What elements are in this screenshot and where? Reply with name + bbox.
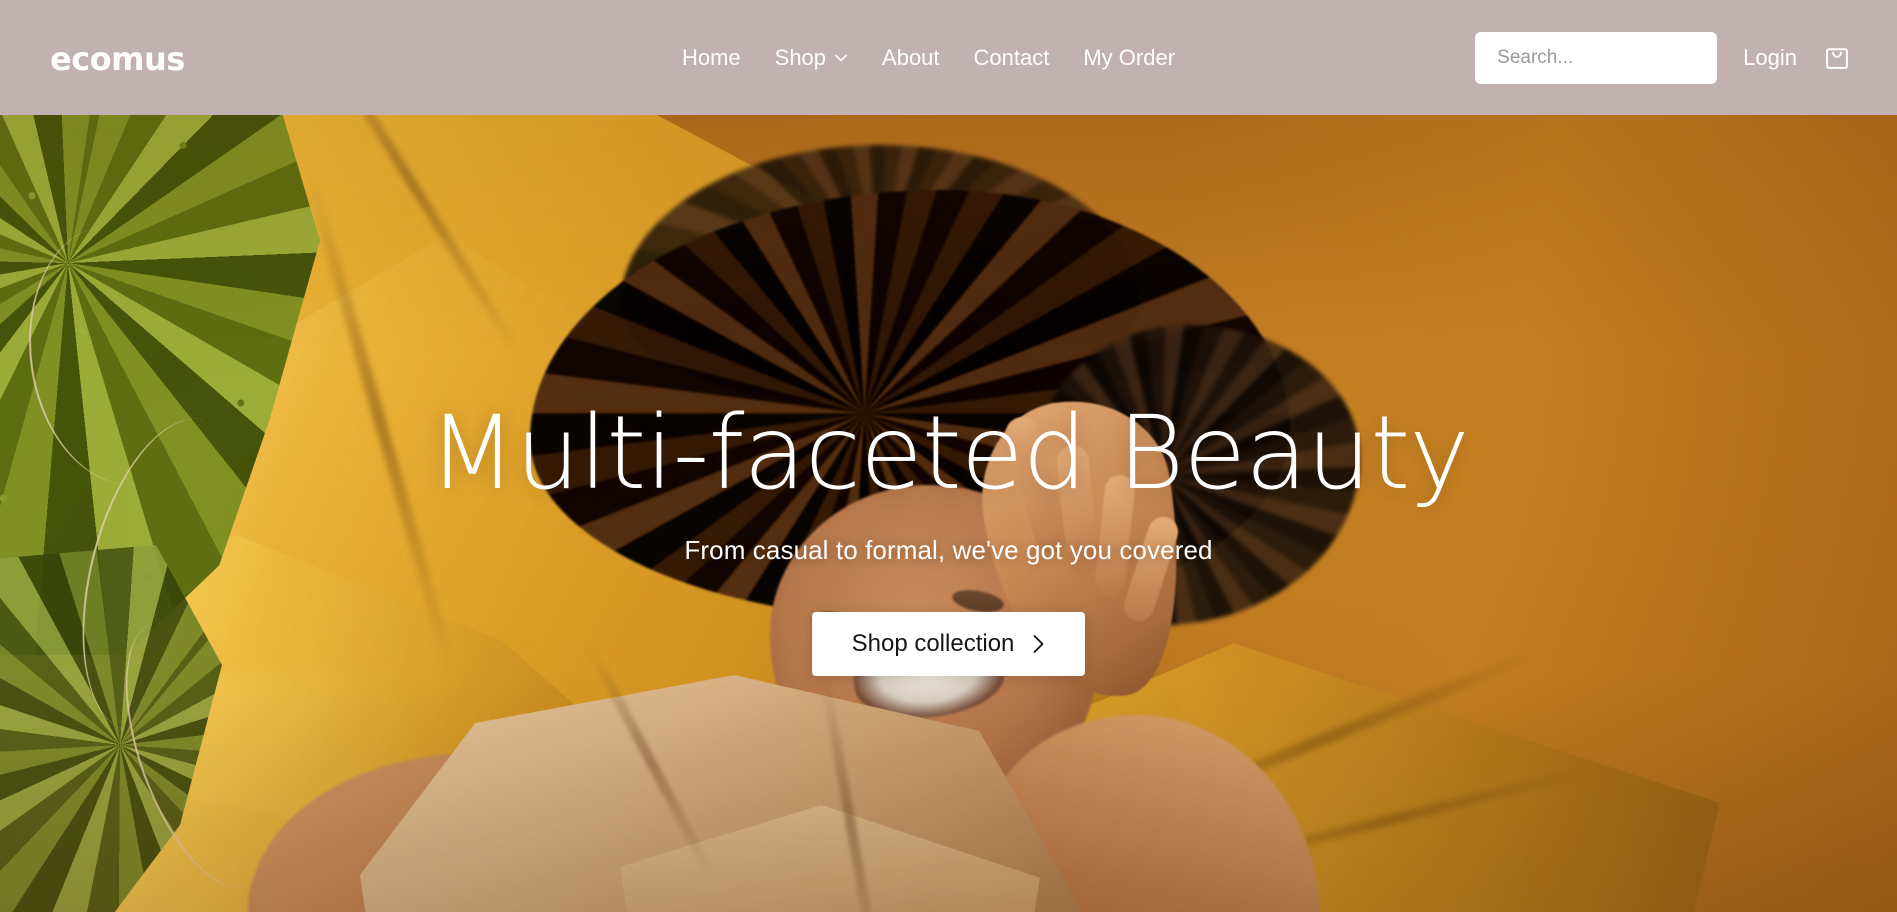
chevron-right-icon — [1032, 634, 1045, 654]
shop-collection-button[interactable]: Shop collection — [811, 612, 1086, 676]
brand-logo-text: ecomus — [50, 40, 185, 78]
hero-banner: Multi-faceted Beauty From casual to form… — [0, 115, 1897, 912]
nav-item-about[interactable]: About — [882, 44, 940, 70]
header-actions: Login — [1475, 0, 1851, 115]
login-link[interactable]: Login — [1743, 46, 1797, 69]
nav-item-label: About — [882, 44, 940, 70]
hero-background-photo — [0, 115, 1897, 912]
nav-item-label: Shop — [774, 44, 827, 70]
nav-item-label: My Order — [1083, 44, 1176, 70]
nav-item-label: Home — [681, 44, 741, 70]
nav-item-home[interactable]: Home — [681, 44, 741, 70]
shopping-bag-icon[interactable] — [1823, 44, 1851, 72]
nav-item-label: Contact — [973, 44, 1050, 70]
nav-item-contact[interactable]: Contact — [973, 44, 1050, 70]
site-header: ecomus Home Shop About Contact My Order … — [0, 0, 1897, 115]
search-input[interactable] — [1475, 31, 1718, 84]
chevron-down-icon — [834, 51, 848, 65]
nav-item-my-order[interactable]: My Order — [1083, 44, 1176, 70]
page-root: ecomus Home Shop About Contact My Order … — [0, 0, 1897, 912]
shop-collection-label: Shop collection — [851, 630, 1015, 657]
brand-logo[interactable]: ecomus — [50, 40, 185, 78]
nav-item-shop[interactable]: Shop — [774, 44, 848, 70]
